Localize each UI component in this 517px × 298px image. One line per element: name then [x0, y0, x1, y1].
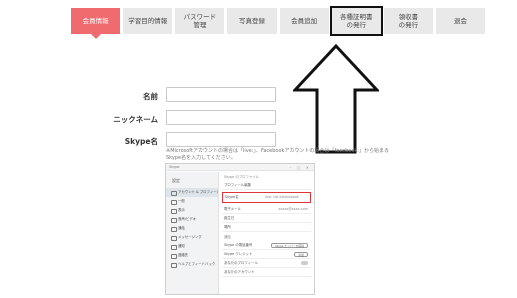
tab-withdraw-label: 退会	[453, 17, 467, 25]
tab-withdraw[interactable]: 退会	[435, 8, 485, 34]
window-controls-icon: – ▢ ✕	[289, 165, 311, 170]
tab-certificates-label: 各種証明書 の発行	[340, 13, 373, 29]
skype-profile-link: プロフィール編集	[222, 181, 311, 190]
skype-other-row-label: あなたのアカウント	[224, 270, 255, 274]
tab-add-member-label: 会員追加	[291, 17, 318, 25]
skype-phone-row: Skype の電話番号 Skype ナンバーを取得	[222, 241, 311, 250]
skype-name-row-value: live: cid.xxfacebook	[265, 195, 299, 199]
skype-number-button: Skype ナンバーを取得	[271, 243, 308, 248]
skype-email-row: 電子メール xxxxx@xxxx.com	[222, 205, 311, 214]
tab-label-line: の発行	[346, 21, 366, 29]
tab-add-member[interactable]: 会員追加	[279, 8, 329, 34]
tab-password-label: パスワード 管理	[184, 13, 217, 29]
tab-label-line: パスワード	[183, 13, 217, 21]
skype-name-row-highlight: Skype名 live: cid.xxfacebook	[222, 192, 311, 203]
skype-sidebar-item: 通知	[166, 242, 218, 251]
skype-sidebar-item: 表示	[166, 206, 218, 215]
skype-birthday-row: 誕生日	[222, 214, 311, 223]
skype-credit-add-button: 追加	[294, 252, 308, 257]
skype-sidebar-item: 通話	[166, 224, 218, 233]
skype-profile-link-label: プロフィール編集	[224, 183, 252, 187]
tab-member-info[interactable]: 会員情報	[71, 8, 121, 39]
skype-sidebar-item: 連絡先	[166, 251, 218, 260]
skype-sidebar-item: メッセージング	[166, 233, 218, 242]
tab-photo-label: 写真登録	[238, 17, 265, 25]
nickname-input[interactable]	[166, 110, 276, 125]
skype-settings-sidebar: 設定 アカウント & プロフィール 一般 表示 音声/ビデオ 通話 メッセージン…	[166, 172, 219, 294]
skype-profile-section-header: Skype のプロファイル	[224, 175, 260, 179]
tab-label-line: 領収書	[398, 13, 419, 21]
skype-email-label: 電子メール	[224, 207, 241, 211]
tab-label-line: の発行	[398, 21, 419, 29]
skype-location-row: 場所	[222, 223, 311, 232]
skype-name-label: Skype名	[124, 137, 158, 146]
skype-credit-label: Skype クレジット	[224, 252, 253, 256]
skype-phone-label: Skype の電話番号	[224, 243, 253, 247]
skype-email-value: xxxxx@xxxx.com	[278, 207, 308, 211]
skype-settings-screenshot: Skype – ▢ ✕ 設定 アカウント & プロフィール 一般 表示 音声/ビ…	[165, 163, 315, 295]
tab-receipts-label: 領収書 の発行	[399, 13, 419, 29]
skype-name-input[interactable]	[166, 132, 276, 147]
toggle-icon	[301, 261, 308, 265]
name-input[interactable]	[166, 87, 276, 102]
skype-sidebar-item: ヘルプとフィードバック	[166, 260, 218, 269]
skype-other-row-label: あなたのプロフィール	[224, 261, 258, 265]
nickname-label: ニックネーム	[113, 115, 158, 124]
skype-location-label: 場所	[224, 225, 231, 229]
skype-name-row-label: Skype名	[225, 195, 239, 199]
skype-other-row: あなたのアカウント	[222, 268, 311, 277]
tab-password[interactable]: パスワード 管理	[175, 8, 225, 34]
skype-window-titlebar: Skype – ▢ ✕	[166, 164, 314, 171]
tab-learning-purpose[interactable]: 学習目的情報	[123, 8, 173, 34]
member-tab-bar: 会員情報 学習目的情報 パスワード 管理 写真登録 会員追加 各種証明書 の発行 領…	[71, 6, 485, 39]
skype-window-title: Skype	[169, 165, 180, 169]
skype-sidebar-item: 音声/ビデオ	[166, 215, 218, 224]
name-label: 名前	[143, 92, 158, 101]
up-arrow-callout-icon	[293, 44, 379, 154]
skype-settings-main: Skype のプロファイル プロフィール編集 Skype名 live: cid.…	[222, 174, 311, 294]
skype-sidebar-item: アカウント & プロフィール	[166, 188, 218, 197]
skype-name-note: ※Microsoftアカウントの場合は「live:」、Facebookアカウント…	[166, 148, 389, 161]
tab-receipts[interactable]: 領収書 の発行	[383, 8, 433, 34]
tab-learning-purpose-label: 学習目的情報	[128, 17, 168, 25]
tab-certificates[interactable]: 各種証明書 の発行	[329, 6, 383, 36]
skype-birthday-label: 誕生日	[224, 216, 235, 220]
tab-label-line: 管理	[193, 21, 207, 29]
skype-sidebar-item: 一般	[166, 197, 218, 206]
skype-credit-row: Skype クレジット 追加	[222, 250, 311, 259]
tab-label-line: 各種証明書	[339, 13, 373, 21]
tab-member-info-label: 会員情報	[82, 17, 109, 25]
skype-other-row: あなたのプロフィール	[222, 259, 311, 268]
skype-calls-section: 通話	[224, 235, 231, 239]
skype-settings-heading: 設定	[172, 178, 180, 183]
tab-photo[interactable]: 写真登録	[227, 8, 277, 34]
